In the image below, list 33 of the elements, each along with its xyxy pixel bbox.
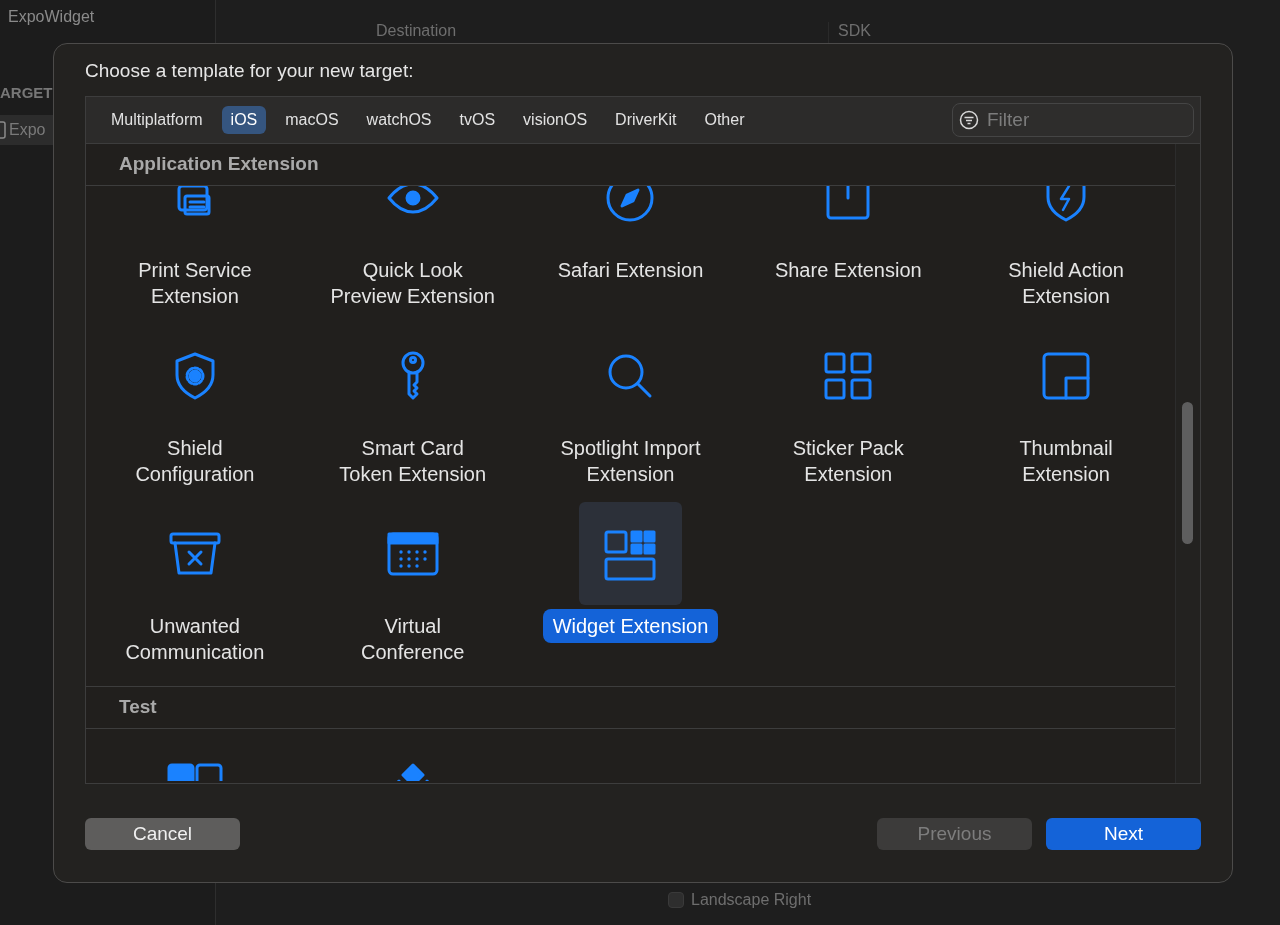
column-header: Destination (376, 22, 457, 41)
filter-icon (959, 110, 979, 130)
template-label: Sticker Pack Extension (791, 436, 905, 487)
platform-tab[interactable]: tvOS (450, 106, 505, 134)
template-label: Safari Extension (556, 258, 705, 283)
scrollbar-thumb[interactable] (1182, 402, 1193, 544)
platform-tab[interactable]: watchOS (357, 106, 441, 134)
template-label: Shield Configuration (134, 436, 256, 487)
template-label[interactable]: Widget Extension (542, 609, 719, 643)
template-label: Smart Card Token Extension (338, 436, 488, 487)
project-name[interactable]: ExpoWidget (8, 8, 215, 26)
checkbox[interactable] (668, 892, 684, 908)
platform-tab[interactable]: DriverKit (606, 106, 686, 134)
template-tile[interactable] (579, 502, 682, 605)
platform-tab[interactable]: iOS (221, 106, 267, 134)
template-label: Shield Action Extension (1007, 258, 1125, 309)
template-label: Share Extension (773, 258, 923, 283)
section-header: ARGET (0, 84, 53, 101)
platform-tab[interactable]: visionOS (514, 106, 597, 134)
dialog-title: Choose a template for your new target: (85, 60, 415, 82)
template-label: Spotlight Import Extension (559, 436, 702, 487)
cancel-button[interactable]: Cancel (85, 818, 240, 850)
platform-tab[interactable]: Other (695, 106, 754, 134)
checkbox-label: Landscape Right (691, 891, 812, 909)
template-label: Unwanted Communication (124, 614, 266, 665)
next-button[interactable]: Next (1046, 818, 1201, 850)
template-label: Virtual Conference (360, 614, 466, 665)
template-label: Thumbnail Extension (1018, 436, 1114, 487)
template-label: Quick Look Preview Extension (329, 258, 496, 309)
platform-tab[interactable]: macOS (276, 106, 348, 134)
filter-field[interactable]: Filter (952, 103, 1194, 137)
platform-tab[interactable]: Multiplatform (102, 106, 212, 134)
template-label: Print Service Extension (137, 258, 253, 309)
